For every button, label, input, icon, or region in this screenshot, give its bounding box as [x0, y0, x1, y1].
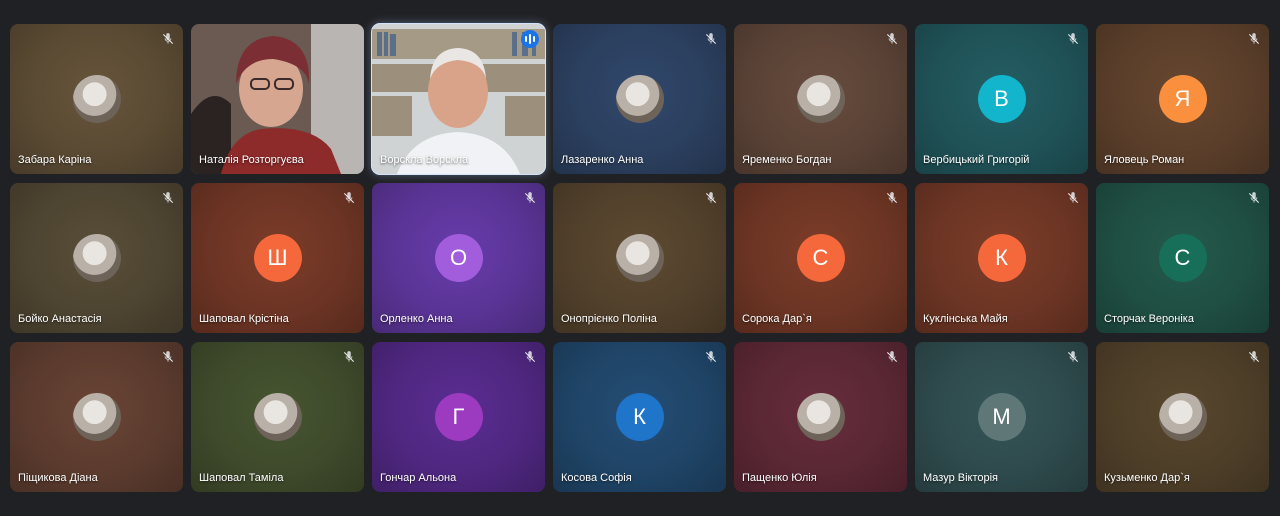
mic-off-icon — [1066, 350, 1080, 364]
participant-name: Вербицький Григорій — [923, 154, 1030, 166]
participant-name: Пащенко Юлія — [742, 472, 817, 484]
participant-name: Онопрієнко Поліна — [561, 313, 657, 325]
participant-tile[interactable]: О Орленко Анна — [372, 183, 545, 333]
participant-name: Піщикова Діана — [18, 472, 98, 484]
participant-tile[interactable]: Наталія Розторгуєва — [191, 24, 364, 174]
avatar-photo — [72, 234, 121, 282]
mic-off-icon — [885, 191, 899, 205]
mic-off-icon — [342, 350, 356, 364]
participant-tile[interactable]: Забара Каріна — [10, 24, 183, 174]
participant-name: Сторчак Вероніка — [1104, 313, 1194, 325]
mic-off-icon — [1066, 32, 1080, 46]
avatar-initial: К — [977, 234, 1026, 282]
participant-name: Забара Каріна — [18, 154, 92, 166]
participant-name: Гончар Альона — [380, 472, 457, 484]
participant-name: Шаповал Таміла — [199, 472, 284, 484]
avatar-photo — [615, 75, 664, 123]
avatar-initial: В — [977, 75, 1026, 123]
mic-off-icon — [1247, 350, 1261, 364]
avatar-photo — [72, 75, 121, 123]
participant-name: Куклінська Майя — [923, 313, 1008, 325]
participant-tile[interactable]: М Мазур Вікторія — [915, 342, 1088, 492]
mic-off-icon — [342, 191, 356, 205]
participant-name: Яловець Роман — [1104, 154, 1185, 166]
avatar-initial: О — [434, 234, 483, 282]
participant-tile[interactable]: Бойко Анастасія — [10, 183, 183, 333]
avatar-photo — [253, 393, 302, 441]
avatar-initial: М — [977, 393, 1026, 441]
participant-tile[interactable]: К Косова Софія — [553, 342, 726, 492]
mic-off-icon — [885, 350, 899, 364]
mic-off-icon — [1066, 191, 1080, 205]
avatar-photo — [72, 393, 121, 441]
avatar-photo — [796, 393, 845, 441]
participant-tile[interactable]: В Вербицький Григорій — [915, 24, 1088, 174]
video-feed — [191, 24, 364, 174]
avatar-initial: С — [1158, 234, 1207, 282]
mic-off-icon — [704, 191, 718, 205]
participant-name: Косова Софія — [561, 472, 632, 484]
mic-off-icon — [523, 350, 537, 364]
mic-off-icon — [704, 32, 718, 46]
mic-off-icon — [523, 191, 537, 205]
participant-name: Сорока Дар`я — [742, 313, 812, 325]
video-feed — [372, 24, 545, 174]
avatar-photo — [615, 234, 664, 282]
participant-name: Наталія Розторгуєва — [199, 154, 304, 166]
participant-tile[interactable]: Ш Шаповал Крістіна — [191, 183, 364, 333]
mic-off-icon — [161, 191, 175, 205]
participant-tile[interactable]: Лазаренко Анна — [553, 24, 726, 174]
participant-grid: Забара Каріна Наталія Розторгуєва Ворскла … — [10, 23, 1269, 492]
participant-tile[interactable]: С Сторчак Вероніка — [1096, 183, 1269, 333]
participant-name: Лазаренко Анна — [561, 154, 644, 166]
participant-name: Ворскла Ворскла — [380, 154, 469, 166]
participant-tile[interactable]: К Куклінська Майя — [915, 183, 1088, 333]
avatar-photo — [796, 75, 845, 123]
participant-tile[interactable]: Г Гончар Альона — [372, 342, 545, 492]
avatar-initial: Г — [434, 393, 483, 441]
participant-name: Яременко Богдан — [742, 154, 832, 166]
participant-tile[interactable]: Я Яловець Роман — [1096, 24, 1269, 174]
participant-name: Шаповал Крістіна — [199, 313, 289, 325]
participant-name: Мазур Вікторія — [923, 472, 999, 484]
mic-off-icon — [161, 350, 175, 364]
participant-tile[interactable]: Ворскла Ворскла — [371, 23, 546, 175]
participant-name: Бойко Анастасія — [18, 313, 102, 325]
avatar-initial: С — [796, 234, 845, 282]
participant-name: Кузьменко Дар`я — [1104, 472, 1190, 484]
mic-off-icon — [1247, 191, 1261, 205]
avatar-initial: К — [615, 393, 664, 441]
participant-tile[interactable]: Шаповал Таміла — [191, 342, 364, 492]
speaking-indicator-icon — [521, 30, 539, 48]
participant-tile[interactable]: Піщикова Діана — [10, 342, 183, 492]
participant-tile[interactable]: Кузьменко Дар`я — [1096, 342, 1269, 492]
avatar-initial: Ш — [253, 234, 302, 282]
avatar-initial: Я — [1158, 75, 1207, 123]
participant-tile[interactable]: С Сорока Дар`я — [734, 183, 907, 333]
participant-tile[interactable]: Яременко Богдан — [734, 24, 907, 174]
participant-tile[interactable]: Пащенко Юлія — [734, 342, 907, 492]
participant-tile[interactable]: Онопрієнко Поліна — [553, 183, 726, 333]
mic-off-icon — [885, 32, 899, 46]
mic-off-icon — [704, 350, 718, 364]
mic-off-icon — [1247, 32, 1261, 46]
avatar-photo — [1158, 393, 1207, 441]
participant-name: Орленко Анна — [380, 313, 453, 325]
mic-off-icon — [161, 32, 175, 46]
